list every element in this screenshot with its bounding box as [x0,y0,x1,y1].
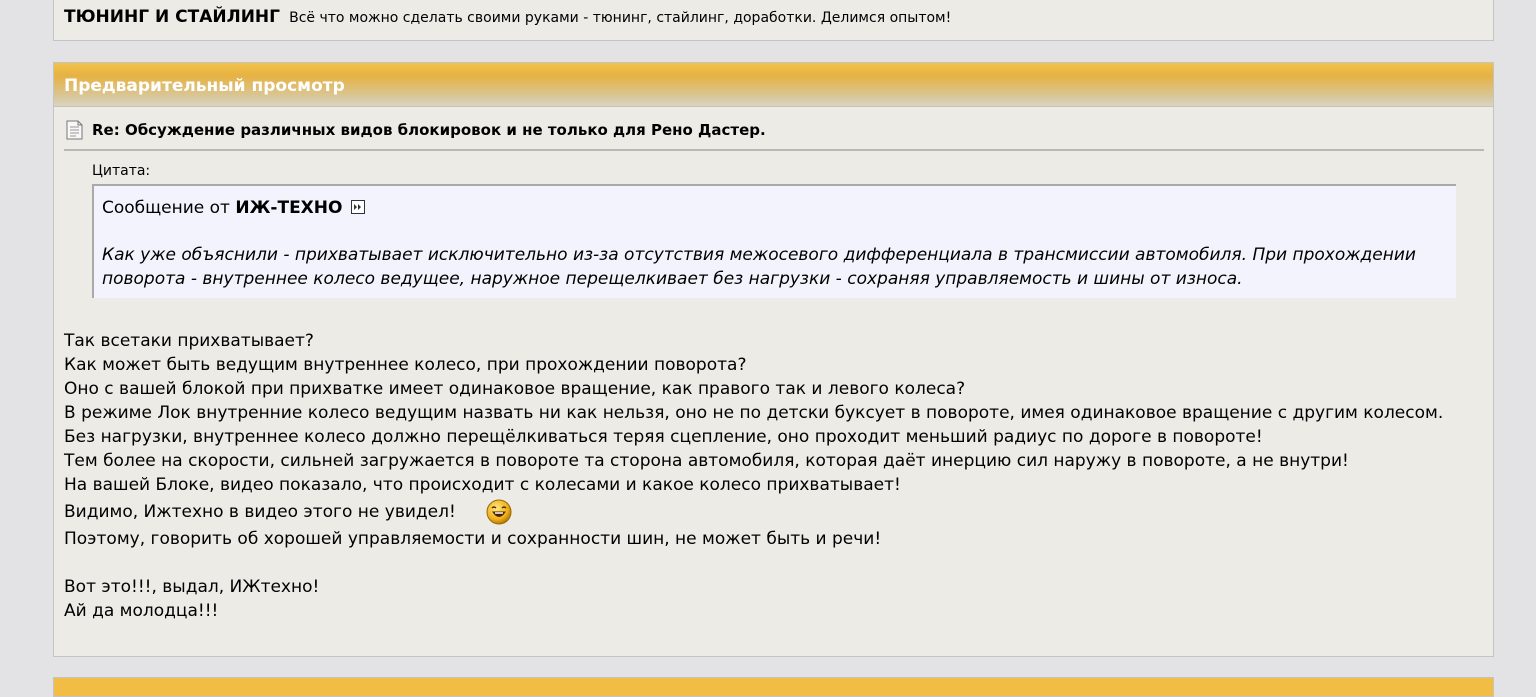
forum-info-panel: ТЮНИНГ И СТАЙЛИНГ Всё что можно сделать … [53,0,1494,41]
quote-box: Сообщение от ИЖ-ТЕХНО Как уже объяснили … [92,184,1456,298]
message-line: Вот это!!!, выдал, ИЖтехно! [64,577,320,597]
message-body: Так всетаки прихватывает? Как может быть… [64,329,1484,623]
message-line: Видимо, Ижтехно в видео этого не увидел! [64,502,456,522]
message-line-with-smiley: Видимо, Ижтехно в видео этого не увидел! [64,497,1484,527]
preview-panel: Предварительный просмотр Re: Обсуждение … [53,62,1494,657]
document-icon [64,119,84,141]
quote-from-prefix: Сообщение от [102,198,230,218]
preview-header: Предварительный просмотр [54,63,1493,107]
forum-title[interactable]: ТЮНИНГ И СТАЙЛИНГ [64,7,280,27]
forum-description: Всё что можно сделать своими руками - тю… [289,10,952,26]
quote-header: Сообщение от ИЖ-ТЕХНО [102,198,365,218]
message-line: Оно с вашей блокой при прихватке имеет о… [64,379,966,399]
quote-text: Как уже объяснили - прихватывает исключи… [102,245,1416,289]
message-line: Поэтому, говорить об хорошей управляемос… [64,529,882,549]
preview-title: Предварительный просмотр [64,76,345,96]
message-line: На вашей Блоке, видео показало, что прои… [64,475,901,495]
quote-label: Цитата: [92,163,151,179]
next-panel-header [53,677,1494,697]
laughing-smiley-icon [485,498,513,526]
message-line: В режиме Лок внутренние колесо ведущим н… [64,403,1444,423]
quote-author: ИЖ-ТЕХНО [235,198,343,218]
view-post-icon[interactable] [350,199,365,214]
message-line: Так всетаки прихватывает? [64,331,314,351]
post-title-row: Re: Обсуждение различных видов блокирово… [64,119,1484,151]
message-line: Без нагрузки, внутреннее колесо должно п… [64,427,1263,447]
message-line: Ай да молодца!!! [64,601,219,621]
post-title: Re: Обсуждение различных видов блокирово… [92,121,766,139]
message-line: Как может быть ведущим внутреннее колесо… [64,355,747,375]
message-line: Тем более на скорости, сильней загружает… [64,451,1349,471]
